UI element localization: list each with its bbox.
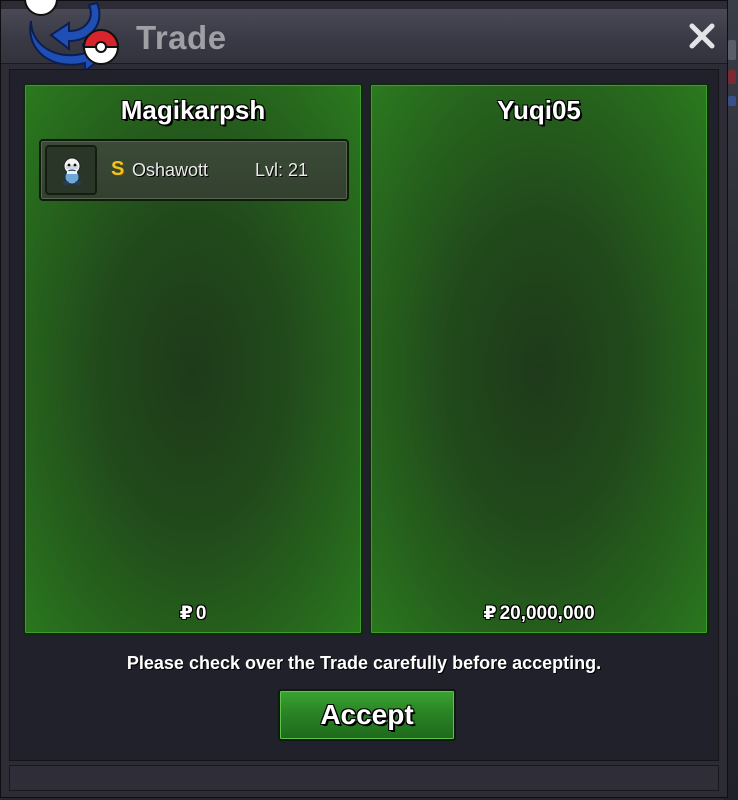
- gold-s-badge-icon: S: [111, 158, 125, 180]
- trade-window: Trade Magikarpsh S Oshawott Lvl: 21 ₽ 0 …: [0, 0, 728, 798]
- oshawott-sprite-icon: [63, 157, 81, 185]
- close-button[interactable]: [685, 19, 719, 53]
- background-fragment: [728, 70, 736, 84]
- money-amount-partner: 20,000,000: [499, 603, 595, 624]
- trade-panel-partner: Yuqi05 ₽20,000,000: [369, 83, 709, 635]
- money-offer-self: ₽0: [25, 602, 361, 625]
- offered-pokemon-card[interactable]: S Oshawott Lvl: 21: [39, 139, 349, 201]
- accept-button-label: Accept: [320, 699, 414, 730]
- trade-warning-notice: Please check over the Trade carefully be…: [126, 653, 602, 673]
- money-offer-partner: ₽20,000,000: [371, 602, 707, 625]
- window-title: Trade: [136, 19, 227, 56]
- pokedollar-symbol: ₽: [179, 603, 193, 624]
- background-fragment: [728, 40, 736, 60]
- pokemon-sprite-slot: [45, 145, 97, 195]
- pokedollar-symbol: ₽: [483, 603, 497, 624]
- pokemon-level: Lvl: 21: [255, 160, 309, 180]
- player-name-partner: Yuqi05: [497, 95, 581, 125]
- window-footer: [9, 765, 719, 791]
- accept-button[interactable]: Accept: [278, 689, 456, 741]
- money-amount-self: 0: [195, 603, 207, 624]
- player-name-self: Magikarpsh: [120, 95, 266, 125]
- trade-panel-self: Magikarpsh S Oshawott Lvl: 21 ₽0: [23, 83, 363, 635]
- background-fragment: [728, 96, 736, 106]
- pokemon-name: Oshawott: [132, 160, 209, 180]
- trade-arrows-pokeball-icon: [24, 0, 120, 74]
- close-icon: [689, 23, 715, 49]
